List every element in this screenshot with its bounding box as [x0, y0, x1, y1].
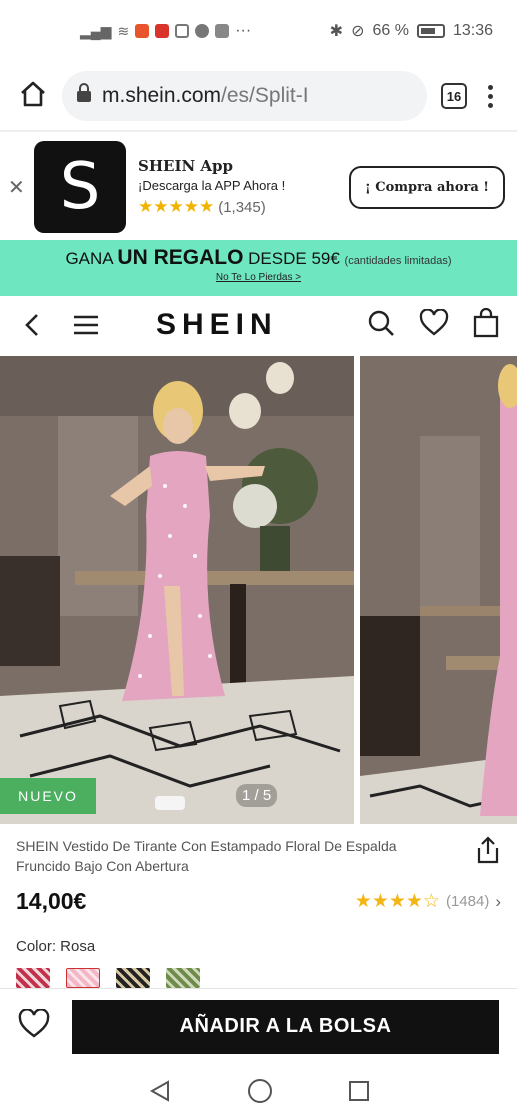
image-pager: 1 / 5: [236, 784, 278, 807]
add-to-bag-button[interactable]: AÑADIR A LA BOLSA: [72, 999, 499, 1054]
app-rating: ★★★★★ (1,345): [138, 197, 349, 217]
hamburger-menu-icon[interactable]: [72, 311, 100, 339]
nav-home-icon[interactable]: [247, 1078, 273, 1109]
home-icon[interactable]: [18, 79, 48, 114]
system-navigation-bar: [0, 1066, 517, 1120]
more-notifications: ···: [235, 22, 252, 39]
promo-headline: GANA UN REGALO DESDE 59€ (cantidades lim…: [65, 246, 452, 269]
app-install-banner: ✕ S SHEIN App ¡Descarga la APP Ahora ! ★…: [0, 134, 517, 240]
facebook-icon: [195, 24, 210, 38]
color-label: Color: Rosa: [16, 938, 96, 955]
app-tagline: ¡Descarga la APP Ahora !: [138, 178, 286, 193]
app-info: SHEIN App ¡Descarga la APP Ahora ! ★★★★★…: [138, 157, 349, 217]
app-icon: [215, 24, 230, 38]
wishlist-heart-icon[interactable]: [419, 307, 449, 342]
rating-stars: ★★★★★: [138, 197, 215, 216]
brand-logo[interactable]: SHEIN: [156, 308, 278, 342]
share-icon[interactable]: [475, 836, 501, 876]
swatch-pink-floral[interactable]: [66, 968, 100, 988]
product-photo-main[interactable]: [0, 356, 354, 824]
chevron-right-icon: ›: [495, 891, 501, 911]
url-domain: m.shein.com: [102, 84, 222, 107]
battery-icon: [416, 24, 445, 38]
product-title: SHEIN Vestido De Tirante Con Estampado F…: [16, 838, 397, 874]
app-name: SHEIN App: [138, 157, 234, 175]
swatch-red-floral[interactable]: [16, 968, 50, 988]
buy-now-button[interactable]: ¡ Compra ahora !: [349, 165, 505, 209]
reviews-link[interactable]: ★★★★☆ (1484) ›: [355, 890, 501, 913]
wifi-icon: ≋: [117, 22, 130, 39]
url-path: /es/Split-I: [221, 84, 309, 107]
add-to-bag-bar: AÑADIR A LA BOLSA: [0, 988, 517, 1064]
tab-switcher-button[interactable]: 16: [441, 83, 467, 109]
app-notification-icon: [155, 24, 170, 38]
mute-icon: ⊘: [351, 23, 365, 40]
color-swatches: [16, 968, 200, 988]
clock: 13:36: [452, 22, 493, 39]
status-icons-right: ✱ ⊘ 66 % 13:36: [330, 21, 493, 41]
back-arrow-icon[interactable]: [18, 311, 46, 339]
signal-icon: ▂▄▆: [80, 22, 112, 39]
address-bar[interactable]: m.shein.com/es/Split-I: [62, 71, 427, 121]
browser-toolbar: m.shein.com/es/Split-I 16: [0, 62, 517, 132]
promo-banner[interactable]: GANA UN REGALO DESDE 59€ (cantidades lim…: [0, 240, 517, 296]
shopping-bag-icon[interactable]: [473, 307, 499, 343]
promo-link[interactable]: No Te Lo Pierdas >: [0, 272, 517, 283]
close-icon[interactable]: ✕: [8, 175, 28, 200]
product-title-row: SHEIN Vestido De Tirante Con Estampado F…: [16, 836, 501, 876]
lock-icon: [76, 83, 92, 109]
product-image-gallery[interactable]: NUEVO 1 / 5: [0, 356, 517, 824]
site-header: SHEIN: [0, 296, 517, 354]
nav-recents-icon[interactable]: [348, 1080, 370, 1107]
product-photo-next[interactable]: [360, 356, 517, 824]
app-notification-icon: [135, 24, 150, 38]
battery-percent: 66 %: [372, 22, 409, 39]
bluetooth-icon: ✱: [329, 23, 344, 40]
rating-count: (1,345): [218, 198, 266, 216]
swatch-green-floral[interactable]: [166, 968, 200, 988]
browser-menu-icon[interactable]: [481, 84, 499, 108]
nav-back-icon[interactable]: [148, 1079, 172, 1108]
review-count: (1484): [445, 893, 490, 910]
instagram-icon: [175, 24, 190, 38]
swatch-black-floral[interactable]: [116, 968, 150, 988]
status-icons-left: ▂▄▆ ≋ ···: [70, 22, 251, 40]
new-badge: NUEVO: [0, 778, 96, 814]
shein-app-logo: S: [34, 141, 126, 233]
search-icon[interactable]: [367, 309, 395, 342]
wishlist-heart-icon[interactable]: [18, 1008, 50, 1044]
review-stars: ★★★★☆: [354, 891, 440, 912]
price-row: 14,00€ ★★★★☆ (1484) ›: [16, 888, 501, 915]
status-bar: ▂▄▆ ≋ ··· ✱ ⊘ 66 % 13:36: [0, 0, 517, 62]
product-price: 14,00€: [16, 888, 87, 914]
